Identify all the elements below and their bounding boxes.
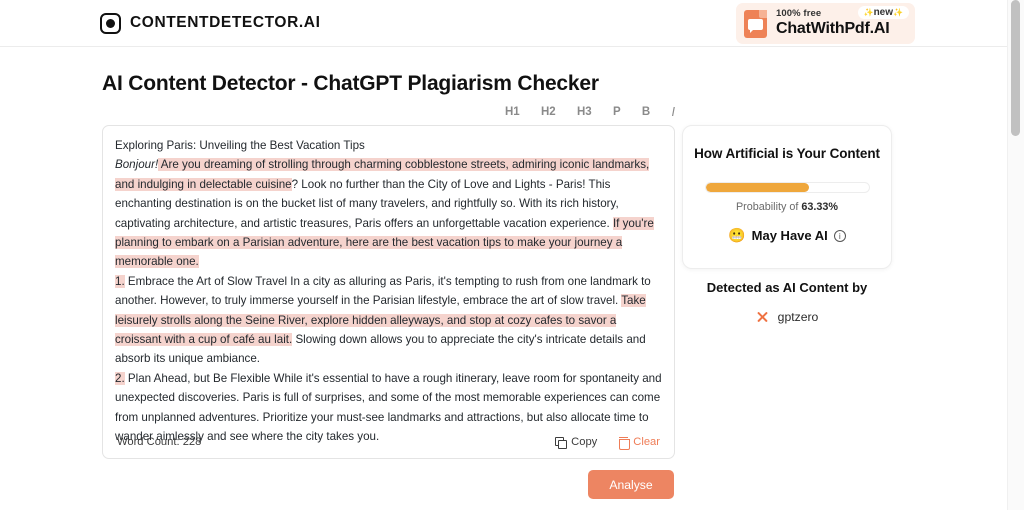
promo-title: ChatWithPdf.AI [776, 20, 890, 38]
clear-button[interactable]: Clear [619, 436, 660, 450]
logo-icon [100, 12, 121, 34]
copy-button[interactable]: Copy [555, 436, 598, 449]
brand-logo[interactable]: CONTENTDETECTOR.AI [100, 12, 321, 34]
result-card: How Artificial is Your Content Probabili… [682, 125, 892, 269]
editor-plain: Embrace the Art of Slow Travel In a city… [115, 274, 651, 308]
format-paragraph-button[interactable]: P [613, 106, 621, 118]
brand-name: CONTENTDETECTOR.AI [130, 14, 321, 31]
editor-paragraph-3: 1. Embrace the Art of Slow Travel In a c… [115, 272, 662, 369]
page-title: AI Content Detector - ChatGPT Plagiarism… [102, 72, 599, 95]
promo-new-label: new [873, 7, 894, 18]
pdf-chat-icon [744, 9, 767, 38]
editor-highlight-number: 2. [115, 371, 125, 385]
format-bold-button[interactable]: B [642, 106, 650, 118]
editor-highlight-number: 1. [115, 274, 125, 288]
word-count-label: Word Count: 228 [117, 436, 202, 448]
format-toolbar: H1 H2 H3 P B I [505, 103, 675, 121]
clear-button-label: Clear [633, 436, 660, 448]
text-editor-card: Exploring Paris: Unveiling the Best Vaca… [102, 125, 675, 459]
verdict-row: 😬 May Have AI i [683, 227, 891, 244]
page-scrollbar-thumb[interactable] [1011, 0, 1020, 136]
trash-icon [619, 436, 631, 450]
copy-icon [555, 436, 568, 449]
probability-progress-fill [705, 183, 809, 192]
app-root: CONTENTDETECTOR.AI 100% free ChatWithPdf… [0, 0, 1024, 510]
probability-progress-bar [704, 182, 870, 193]
editor-paragraph-2: Bonjour! Are you dreaming of strolling t… [115, 155, 662, 271]
format-h2-button[interactable]: H2 [541, 106, 556, 118]
promo-banner-chatwithpdf[interactable]: 100% free ChatWithPdf.AI ✨new✨ [736, 3, 915, 44]
format-italic-button[interactable]: I [672, 105, 675, 119]
detector-name: gptzero [777, 310, 819, 324]
detector-list-item: gptzero [682, 310, 892, 324]
text-editor-input[interactable]: Exploring Paris: Unveiling the Best Vaca… [103, 126, 674, 447]
editor-italic-lead: Bonjour! [115, 158, 159, 172]
verdict-label: May Have AI [751, 228, 828, 243]
sparkle-right-icon: ✨ [893, 8, 903, 17]
detected-by-title: Detected as AI Content by [706, 280, 868, 295]
probability-value: 63.33% [801, 201, 839, 213]
logo-dot-icon [106, 18, 115, 28]
format-h3-button[interactable]: H3 [577, 106, 592, 118]
grimacing-face-icon: 😬 [728, 227, 746, 243]
result-title: How Artificial is Your Content [694, 146, 880, 161]
editor-footer-actions: Copy Clear [555, 436, 660, 450]
copy-button-label: Copy [571, 436, 598, 448]
analyse-button[interactable]: Analyse [588, 470, 674, 499]
x-icon [756, 311, 769, 324]
editor-footer: Word Count: 228 Copy Clear [103, 426, 674, 458]
probability-prefix: Probability of [735, 201, 802, 213]
info-icon[interactable]: i [833, 229, 846, 242]
promo-new-badge: ✨new✨ [857, 6, 909, 19]
editor-line-title: Exploring Paris: Unveiling the Best Vaca… [115, 139, 365, 152]
probability-label: Probability of 63.33% [683, 201, 891, 213]
format-h1-button[interactable]: H1 [505, 106, 520, 118]
page-scrollbar[interactable] [1007, 0, 1024, 510]
sparkle-left-icon: ✨ [863, 8, 874, 17]
